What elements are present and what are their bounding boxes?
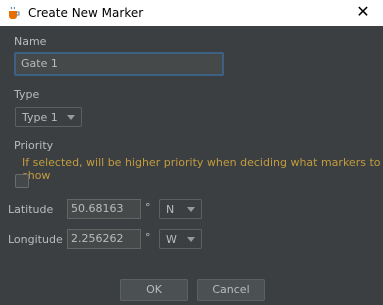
latitude-label: Latitude: [8, 203, 54, 216]
latitude-input[interactable]: 50.68163: [67, 199, 141, 219]
cancel-button[interactable]: Cancel: [197, 279, 265, 301]
longitude-direction-dropdown[interactable]: W: [159, 229, 202, 249]
longitude-input[interactable]: 2.256262: [67, 229, 141, 249]
ok-button[interactable]: OK: [120, 279, 188, 301]
longitude-degree-symbol: °: [145, 231, 151, 244]
type-dropdown[interactable]: Type 1: [15, 107, 82, 127]
java-coffee-icon: [7, 6, 21, 20]
type-dropdown-value: Type 1: [22, 110, 58, 124]
window-title: Create New Marker: [28, 6, 144, 20]
close-button[interactable]: ✕: [353, 2, 373, 22]
chevron-down-icon: [67, 114, 75, 120]
chevron-down-icon: [187, 206, 195, 212]
longitude-label: Longitude: [8, 233, 63, 246]
dialog-content: Name Gate 1 Type Type 1 Priority If sele…: [0, 26, 383, 305]
name-label: Name: [14, 35, 47, 48]
priority-label: Priority: [14, 139, 54, 152]
latitude-direction-dropdown[interactable]: N: [159, 199, 202, 219]
title-bar: Create New Marker ✕: [0, 0, 383, 26]
name-input[interactable]: Gate 1: [14, 52, 224, 76]
latitude-degree-symbol: °: [145, 201, 151, 214]
priority-checkbox[interactable]: [15, 174, 29, 188]
chevron-down-icon: [187, 236, 195, 242]
type-label: Type: [14, 88, 40, 101]
latitude-direction-value: N: [166, 202, 175, 216]
longitude-direction-value: W: [166, 232, 177, 246]
priority-hint: If selected, will be higher priority whe…: [22, 156, 381, 182]
